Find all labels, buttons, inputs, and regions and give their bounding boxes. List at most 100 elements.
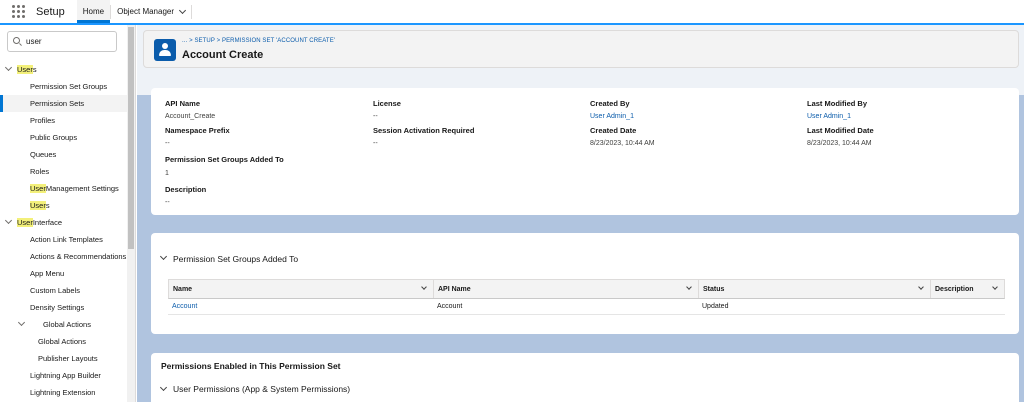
chevron-down-icon[interactable] (992, 284, 998, 290)
setup-tree: User s Permission Set Groups Permission S… (0, 61, 128, 401)
created-date-label: Created Date (590, 126, 637, 135)
created-by-link[interactable]: User Admin_1 (590, 113, 634, 120)
psg-added-to-label: Permission Set Groups Added To (165, 155, 284, 164)
search-highlight: User (30, 201, 46, 210)
last-modified-date-label: Last Modified Date (807, 126, 874, 135)
sidebar-item-profiles[interactable]: Profiles (0, 112, 128, 129)
sidebar-item-lightning-extension[interactable]: Lightning Extension (0, 384, 128, 401)
api-name-value: Account_Create (165, 113, 216, 120)
psg-added-to-value: 1 (165, 170, 169, 177)
sidebar-item-label: App Menu (30, 269, 65, 278)
sidebar-item-users-group[interactable]: User s (0, 61, 128, 78)
tab-object-manager[interactable]: Object Manager (111, 1, 191, 23)
global-header: Setup Home Object Manager (0, 0, 1024, 24)
sidebar-item-permission-set-groups[interactable]: Permission Set Groups (0, 78, 128, 95)
sidebar-item-label: Global Actions (38, 337, 86, 346)
permissions-section-title: Permissions Enabled in This Permission S… (161, 361, 341, 371)
chevron-down-icon[interactable] (159, 383, 168, 392)
sidebar-item-global-actions[interactable]: Global Actions (0, 333, 128, 350)
chevron-down-icon[interactable] (4, 216, 13, 225)
column-header-label: Description (935, 285, 974, 293)
table-header: Name API Name Status Description (168, 279, 1005, 299)
app-launcher-icon[interactable] (9, 3, 27, 21)
breadcrumb[interactable]: ... > SETUP > PERMISSION SET 'ACCOUNT CR… (182, 38, 335, 44)
api-name-label: API Name (165, 99, 201, 108)
created-by-label: Created By (590, 99, 630, 108)
sidebar-item-users[interactable]: User s (0, 197, 128, 214)
sidebar-item-app-menu[interactable]: App Menu (0, 265, 128, 282)
sidebar-item-action-link-templates[interactable]: Action Link Templates (0, 231, 128, 248)
sidebar-item-queues[interactable]: Queues (0, 146, 128, 163)
sidebar-item-label: Queues (30, 150, 57, 159)
sidebar-item-user-interface[interactable]: User Interface (0, 214, 128, 231)
sidebar-item-roles[interactable]: Roles (0, 163, 128, 180)
sidebar-item-permission-sets[interactable]: Permission Sets (0, 95, 128, 112)
search-icon (13, 37, 20, 44)
tab-object-manager-label: Object Manager (117, 7, 175, 16)
description-label: Description (165, 185, 207, 194)
tab-home-label: Home (82, 7, 105, 16)
user-permissions-subsection[interactable]: User Permissions (App & System Permissio… (173, 384, 350, 394)
search-highlight: User (17, 218, 33, 227)
column-header-label: Name (173, 285, 193, 293)
sidebar-item-label: Public Groups (30, 133, 78, 142)
search-highlight: User (17, 65, 33, 74)
row-api-name: Account (437, 303, 463, 310)
sidebar-item-label: s (45, 201, 50, 210)
sidebar-item-label: Global Actions (43, 320, 91, 329)
sidebar-item-label: Action Link Templates (30, 235, 103, 244)
sidebar-scrollbar-thumb[interactable] (128, 27, 134, 249)
column-header-api-name[interactable]: API Name (434, 280, 699, 298)
tab-home[interactable]: Home (76, 0, 111, 23)
row-name-link[interactable]: Account (172, 303, 197, 310)
namespace-prefix-label: Namespace Prefix (165, 126, 230, 135)
sidebar-item-public-groups[interactable]: Public Groups (0, 129, 128, 146)
column-header-label: API Name (438, 285, 471, 293)
sidebar-item-label: Roles (30, 167, 50, 176)
last-modified-by-link[interactable]: User Admin_1 (807, 113, 851, 120)
section-title[interactable]: Permission Set Groups Added To (173, 254, 298, 264)
sidebar-item-custom-labels[interactable]: Custom Labels (0, 282, 128, 299)
sidebar-item-label: Management Settings (45, 184, 119, 193)
chevron-down-icon[interactable] (178, 6, 187, 14)
sidebar-item-label: Density Settings (30, 303, 85, 312)
column-header-label: Status (703, 285, 725, 293)
sidebar-item-label: Permission Set Groups (30, 82, 108, 91)
setup-sidebar: user User s Permission Set Groups Permiss… (0, 25, 136, 402)
psg-added-to-section: Permission Set Groups Added To Name API … (151, 233, 1019, 334)
sidebar-item-actions-recommendations[interactable]: Actions & Recommendations (0, 248, 128, 265)
chevron-down-icon[interactable] (421, 284, 427, 290)
row-status: Updated (702, 303, 729, 310)
quick-find-input[interactable]: user (7, 31, 117, 52)
session-activation-value: -- (373, 140, 378, 147)
chevron-down-icon[interactable] (159, 252, 168, 261)
sidebar-item-label: Lightning App Builder (30, 371, 101, 380)
sidebar-item-label: Custom Labels (30, 286, 81, 295)
app-name: Setup (36, 5, 65, 18)
table-row: Account Account Updated (168, 299, 1005, 315)
sidebar-item-density-settings[interactable]: Density Settings (0, 299, 128, 316)
sidebar-item-global-actions-group[interactable]: Global Actions (0, 316, 128, 333)
chevron-down-icon[interactable] (918, 284, 924, 290)
created-date-value: 8/23/2023, 10:44 AM (590, 140, 655, 147)
sidebar-item-label: Publisher Layouts (38, 354, 98, 363)
sidebar-item-publisher-layouts[interactable]: Publisher Layouts (0, 350, 128, 367)
permission-set-details: API Name Account_Create License -- Creat… (151, 88, 1019, 215)
chevron-down-icon[interactable] (4, 63, 13, 72)
last-modified-by-label: Last Modified By (807, 99, 868, 108)
column-header-name[interactable]: Name (169, 280, 434, 298)
sidebar-item-user-management-settings[interactable]: User Management Settings (0, 180, 128, 197)
license-value: -- (373, 113, 378, 120)
column-header-description[interactable]: Description (931, 280, 1004, 298)
sidebar-scrollbar[interactable] (127, 25, 135, 402)
chevron-down-icon[interactable] (17, 318, 26, 327)
column-header-status[interactable]: Status (699, 280, 931, 298)
page-title: Account Create (182, 49, 264, 61)
page-header: ... > SETUP > PERMISSION SET 'ACCOUNT CR… (143, 30, 1019, 68)
sidebar-item-label: Interface (32, 218, 63, 227)
sidebar-item-label: Permission Sets (30, 99, 85, 108)
sidebar-item-lightning-app-builder[interactable]: Lightning App Builder (0, 367, 128, 384)
chevron-down-icon[interactable] (686, 284, 692, 290)
permission-set-icon (154, 39, 176, 61)
tab-divider (191, 4, 193, 19)
